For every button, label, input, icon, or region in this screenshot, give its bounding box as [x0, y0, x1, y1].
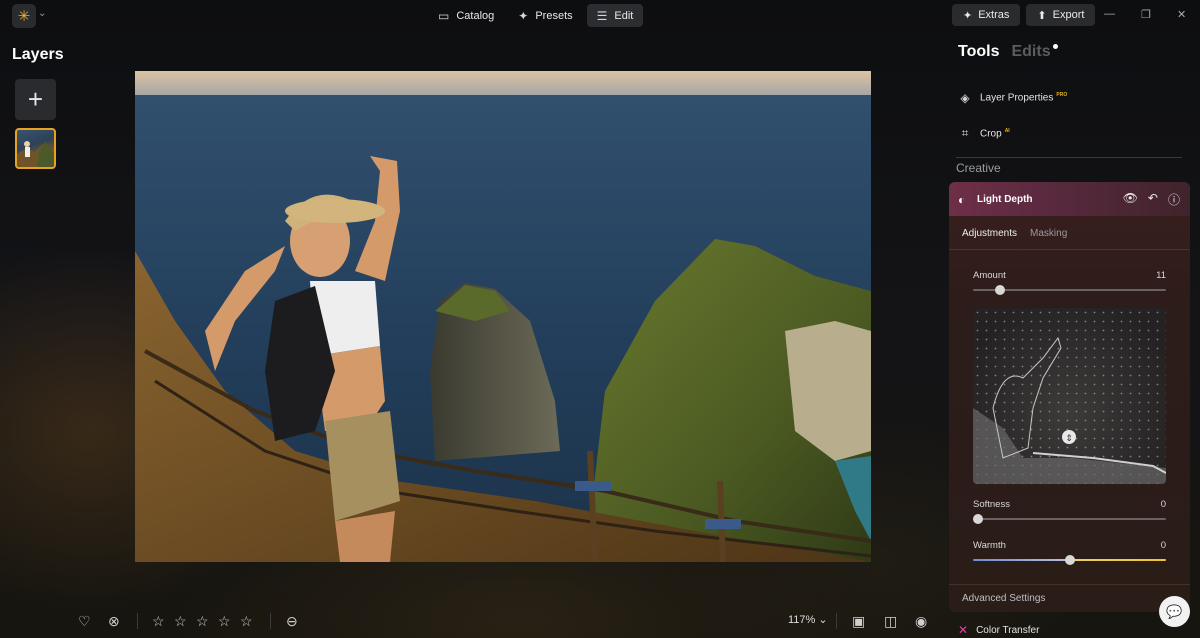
light-depth-actions: 👁 ↶ ⓘ	[1123, 191, 1180, 208]
tab-adjustments[interactable]: Adjustments	[962, 228, 1017, 239]
undo-icon[interactable]: ↶	[1148, 191, 1158, 208]
ai-badge: AI	[1004, 127, 1010, 134]
amount-label: Amount	[973, 270, 1006, 281]
tab-masking[interactable]: Masking	[1030, 228, 1067, 239]
color-transfer-label: Color Transfer	[976, 624, 1040, 636]
panel-tabs: Tools Edits	[958, 43, 1058, 61]
export-label: Export	[1052, 9, 1085, 21]
zoom-level[interactable]: 117% ⌄	[788, 613, 828, 626]
star-icon-2[interactable]: ☆	[174, 611, 187, 631]
pro-badge: PRO	[1056, 92, 1068, 99]
sun-logo-icon: ✳	[17, 8, 31, 25]
edit-button[interactable]: ☰ Edit	[586, 4, 644, 27]
section-divider	[956, 157, 1182, 158]
zoom-value: 117%	[788, 614, 816, 626]
heart-icon[interactable]: ♡	[78, 611, 91, 631]
crop-label: Crop AI	[980, 128, 1010, 139]
crop-icon: ⌗	[961, 126, 969, 140]
plus-icon: +	[27, 84, 44, 114]
divider	[270, 613, 271, 629]
bottom-toolbar: ♡ ⊗ ☆ ☆ ☆ ☆ ☆ ⊖ 117% ⌄ ▣ ◫ ◉	[0, 611, 940, 631]
divider	[836, 613, 837, 629]
chat-support-button[interactable]: 💬	[1159, 596, 1190, 627]
top-bar: ✳ ⌄ ▭ Catalog ✦ Presets ☰ Edit ✦ Extras …	[0, 0, 1200, 32]
star-icon-4[interactable]: ☆	[218, 611, 231, 631]
warmth-slider-handle[interactable]	[1065, 555, 1075, 565]
reject-icon[interactable]: ⊗	[108, 611, 120, 631]
chat-bubble-icon: 💬	[1166, 603, 1183, 619]
light-depth-tabs: Adjustments Masking	[962, 228, 1067, 239]
sliders-icon: ☰	[596, 8, 608, 23]
restore-icon[interactable]: ❐	[1141, 8, 1151, 21]
edit-label: Edit	[614, 9, 634, 22]
star-icon-5[interactable]: ☆	[240, 611, 253, 631]
divider	[137, 613, 138, 629]
advanced-divider	[949, 584, 1190, 585]
amount-value: 11	[1156, 270, 1166, 281]
app-logo-button[interactable]: ✳	[12, 4, 36, 28]
layer-thumbnail-image	[17, 141, 54, 167]
tab-divider	[949, 249, 1190, 250]
star-icon-1[interactable]: ☆	[152, 611, 165, 631]
close-icon[interactable]: ✕	[1177, 8, 1186, 21]
layer-properties-label: Layer Properties PRO	[980, 92, 1067, 103]
advanced-settings-toggle[interactable]: Advanced Settings	[962, 593, 1045, 604]
color-transfer-icon: ✕	[958, 623, 969, 637]
crop-text: Crop	[980, 128, 1002, 140]
upload-icon: ⬆	[1037, 9, 1047, 22]
minimize-icon[interactable]: —	[1104, 8, 1115, 20]
layers-icon: ◈	[960, 91, 970, 105]
section-creative: Creative	[956, 161, 1001, 175]
depth-map-preview[interactable]: ⇕	[973, 308, 1166, 484]
light-depth-panel: ◐ Light Depth 👁 ↶ ⓘ Adjustments Masking …	[949, 182, 1190, 612]
chevron-down-icon[interactable]: ⌄	[38, 8, 46, 19]
crop-tool[interactable]: ⌗ Crop AI	[958, 126, 1010, 141]
softness-value: 0	[1160, 499, 1166, 510]
edits-indicator-dot	[1052, 44, 1058, 49]
warmth-value: 0	[1160, 540, 1166, 551]
extras-button[interactable]: ✦ Extras	[952, 4, 1021, 26]
tab-tools[interactable]: Tools	[958, 43, 999, 61]
layers-title: Layers	[12, 46, 64, 63]
presets-label: Presets	[535, 9, 573, 22]
light-depth-header[interactable]: ◐ Light Depth 👁 ↶ ⓘ	[949, 182, 1190, 216]
presets-button[interactable]: ✦ Presets	[508, 4, 582, 27]
catalog-button[interactable]: ▭ Catalog	[428, 4, 504, 27]
catalog-label: Catalog	[456, 9, 495, 22]
more-options-icon[interactable]: ⊖	[286, 611, 298, 631]
export-button[interactable]: ⬆ Export	[1026, 4, 1096, 26]
eye-icon[interactable]: ◉	[915, 611, 927, 631]
sparkle-icon: ✦	[963, 9, 973, 22]
photo-image	[135, 71, 871, 562]
softness-label: Softness	[973, 499, 1010, 510]
info-icon[interactable]: ⓘ	[1168, 191, 1180, 208]
svg-text:⇕: ⇕	[1065, 434, 1073, 444]
tab-edits[interactable]: Edits	[1011, 43, 1050, 61]
folder-icon: ▭	[438, 8, 450, 23]
magic-wand-icon: ✦	[518, 8, 529, 23]
layer-properties-text: Layer Properties	[980, 92, 1054, 104]
fit-screen-icon[interactable]: ▣	[852, 611, 865, 631]
eye-icon[interactable]: 👁	[1123, 191, 1138, 208]
light-depth-title: Light Depth	[977, 194, 1033, 205]
depth-map-image: ⇕	[973, 308, 1166, 484]
compare-icon[interactable]: ◫	[884, 611, 897, 631]
amount-slider-handle[interactable]	[995, 285, 1005, 295]
color-transfer-tool[interactable]: ✕ Color Transfer	[958, 623, 1039, 637]
topbar-actions: ✦ Extras ⬆ Export	[952, 4, 1096, 26]
layer-thumbnail[interactable]	[15, 128, 56, 169]
softness-slider[interactable]	[973, 518, 1166, 520]
softness-slider-handle[interactable]	[973, 514, 983, 524]
warmth-label: Warmth	[973, 540, 1006, 551]
layer-properties-tool[interactable]: ◈ Layer Properties PRO	[958, 91, 1067, 105]
add-layer-button[interactable]: +	[15, 79, 56, 120]
extras-label: Extras	[978, 9, 1010, 21]
half-circle-icon: ◐	[958, 193, 966, 207]
main-nav: ▭ Catalog ✦ Presets ☰ Edit	[428, 4, 644, 28]
star-icon-3[interactable]: ☆	[196, 611, 209, 631]
photo-canvas[interactable]	[135, 71, 871, 562]
